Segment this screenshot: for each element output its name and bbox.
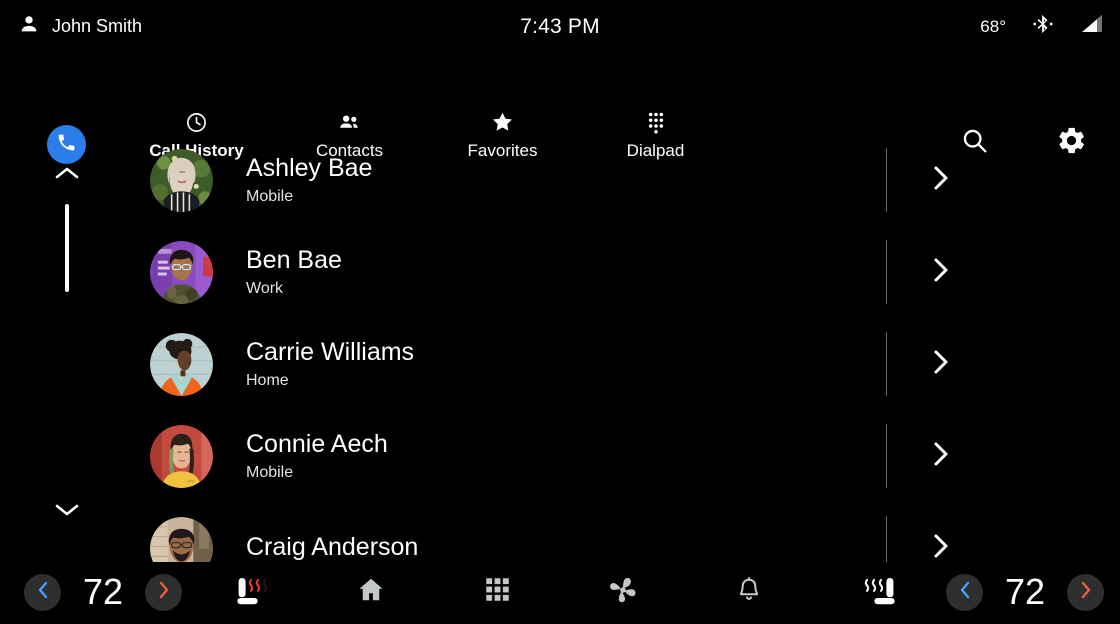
chevron-right-icon [932,532,950,563]
contact-label: Work [246,278,1120,300]
row-divider [886,332,887,396]
clock-icon [185,110,208,134]
contact-name: Ben Bae [246,245,1120,275]
row-divider [886,148,887,212]
infotainment-screen: John Smith 7:43 PM 68° [0,0,1120,624]
chevron-left-icon [958,580,972,605]
apps-button[interactable] [477,572,517,612]
list-item[interactable]: Connie Aech Mobile [120,410,1120,502]
chevron-right-icon [932,440,950,473]
passenger-climate-control: 72 [946,571,1104,613]
status-bar: John Smith 7:43 PM 68° [0,0,1120,53]
contact-name: Ashley Bae [246,153,1120,183]
contact-details-button[interactable] [932,410,950,502]
chevron-right-icon [932,256,950,289]
list-item[interactable]: Craig Anderson [120,502,1120,562]
bluetooth-icon [1032,12,1054,41]
contact-details-button[interactable] [932,502,950,562]
passenger-temp-decrease-button[interactable] [946,574,983,611]
avatar [150,425,213,488]
chevron-right-icon [1079,580,1093,605]
dialpad-icon [645,110,667,134]
list-item-text: Ben Bae Work [246,245,1120,300]
signal-bars-icon [1080,12,1106,41]
contact-label: Mobile [246,186,1120,208]
scroll-down-button[interactable] [46,495,88,529]
chevron-right-icon [932,348,950,381]
scroll-up-button[interactable] [46,158,88,192]
home-icon [356,575,386,610]
contact-name: Carrie Williams [246,337,1120,367]
list-item-text: Ashley Bae Mobile [246,153,1120,208]
app-tab-bar: Call History Contacts [0,53,1120,134]
home-button[interactable] [351,572,391,612]
row-divider [886,516,887,562]
status-indicators: 68° [980,12,1106,41]
outside-temperature: 68° [980,17,1006,37]
call-history-list[interactable]: Ashley Bae Mobile [120,134,1120,562]
list-item[interactable]: Carrie Williams Home [120,318,1120,410]
scrollbar-thumb[interactable] [65,204,69,292]
bell-icon [735,576,763,609]
clock-time: 7:43 PM [0,15,1120,39]
passenger-temp-increase-button[interactable] [1067,574,1104,611]
chevron-down-icon [54,502,80,523]
row-divider [886,240,887,304]
contact-label: Home [246,370,1120,392]
avatar [150,333,213,396]
star-icon [490,110,515,134]
list-item[interactable]: Ben Bae Work [120,226,1120,318]
people-icon [337,110,362,134]
contact-name: Connie Aech [246,429,1120,459]
row-divider [886,424,887,488]
chevron-up-icon [54,165,80,186]
contact-name: Craig Anderson [246,532,1120,562]
bottom-system-bar: 72 [0,560,1120,624]
avatar [150,241,213,304]
fan-icon [607,574,639,611]
heated-seat-icon [858,597,900,614]
list-scrollbar [46,140,88,560]
contact-details-button[interactable] [932,318,950,410]
contact-label: Mobile [246,462,1120,484]
climate-button[interactable] [603,572,643,612]
avatar [150,517,213,563]
list-item[interactable]: Ashley Bae Mobile [120,134,1120,226]
contact-details-button[interactable] [932,226,950,318]
passenger-heated-seat-button[interactable] [858,574,900,615]
chevron-right-icon [932,164,950,197]
passenger-temperature-value: 72 [983,571,1067,613]
notifications-button[interactable] [729,572,769,612]
grid-apps-icon [484,576,511,608]
list-item-text: Carrie Williams Home [246,337,1120,392]
contact-details-button[interactable] [932,134,950,226]
list-item-text: Craig Anderson [246,532,1120,563]
list-item-text: Connie Aech Mobile [246,429,1120,484]
avatar [150,149,213,212]
